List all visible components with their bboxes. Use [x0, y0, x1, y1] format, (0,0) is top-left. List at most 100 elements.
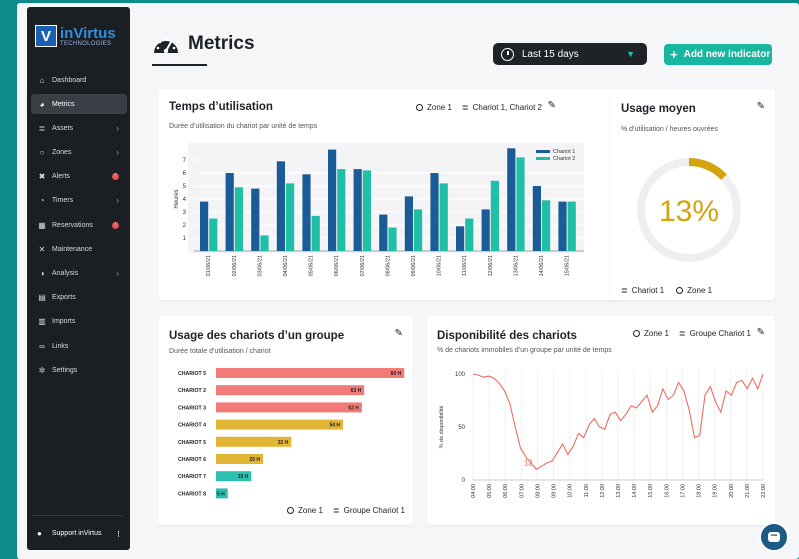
bar-chariot-1	[430, 173, 439, 251]
edit-icon[interactable]: ✎	[548, 100, 556, 111]
bar-category-label: CHARIOT 4	[178, 423, 206, 429]
bar-chariot-1	[200, 201, 209, 251]
sidebar-item-links[interactable]: ∞ Links	[31, 336, 127, 356]
database-icon: ≣	[621, 286, 628, 295]
x-tick-label: 05:00	[487, 484, 493, 498]
file-import-icon: ▥	[38, 317, 46, 327]
edit-icon[interactable]: ✎	[757, 101, 765, 112]
y-axis-label: Heures	[174, 189, 180, 208]
sidebar-item-reservations[interactable]: ▦ Reservations!	[31, 215, 127, 235]
horizontal-bar	[216, 402, 362, 413]
group-usage-subtitle: Durée totale d’utilisation / chariot	[169, 348, 271, 355]
group-usage-filters: Zone 1 ≣ Groupe Chariot 1	[287, 506, 405, 515]
database-icon: ≣	[461, 103, 469, 112]
bar-value-label: 62 H	[348, 405, 359, 411]
horizontal-bar	[216, 385, 365, 396]
clock-icon	[501, 47, 514, 61]
more-options-icon[interactable]: ⋮	[115, 530, 122, 538]
app-frame: V inVirtus TECHNOLOGIES ⌂ Dashboard ◕ Metri…	[17, 3, 799, 559]
x-tick-label: 16:00	[664, 484, 670, 498]
sidebar: V inVirtus TECHNOLOGIES ⌂ Dashboard ◕ Metri…	[27, 7, 130, 550]
logo[interactable]: V inVirtus TECHNOLOGIES	[35, 23, 123, 49]
bar-chariot-1	[481, 209, 490, 251]
sidebar-item-label: Alerts	[52, 173, 70, 181]
gauge-value-label: 13%	[659, 195, 719, 228]
bar-chariot-2	[209, 218, 218, 251]
date-range-select[interactable]: Last 15 days ▼	[493, 43, 647, 65]
legend-label: Chariot 2	[553, 156, 575, 162]
x-tick-label: 01/06/21	[206, 255, 212, 276]
bar-category-label: CHARIOT 5	[178, 440, 206, 446]
sidebar-item-label: Dashboard	[52, 76, 87, 84]
zone-filter: Zone 1	[427, 103, 452, 112]
x-tick-label: 22:00	[761, 484, 767, 498]
y-axis-label: % de disponibilité	[439, 406, 445, 449]
legend-swatch	[536, 150, 550, 153]
add-indicator-button[interactable]: + Add new indicator	[664, 44, 772, 65]
edit-icon[interactable]: ✎	[395, 328, 403, 339]
zone-icon	[416, 104, 424, 111]
sidebar-item-dashboard[interactable]: ⌂ Dashboard	[31, 70, 127, 90]
sidebar-item-analysis[interactable]: ◑ Analysis ›	[31, 264, 127, 284]
edit-icon[interactable]: ✎	[757, 327, 765, 338]
x-tick-label: 09/06/21	[411, 255, 417, 276]
chevron-right-icon: ›	[116, 196, 119, 206]
calendar-icon: ▦	[38, 220, 46, 230]
x-tick-label: 11/06/21	[462, 255, 468, 276]
chat-button[interactable]: •••	[759, 522, 789, 552]
group-usage-title: Usage des chariots d’un groupe	[169, 330, 345, 342]
bar-chariot-1	[225, 173, 234, 251]
sidebar-item-alerts[interactable]: ✖ Alerts!	[31, 167, 127, 187]
sidebar-item-label: Imports	[52, 318, 76, 326]
bar-chariot-2	[413, 209, 423, 251]
y-tick-label: 3	[183, 210, 187, 216]
wrench-icon: ✖	[38, 172, 46, 182]
x-tick-label: 20:00	[729, 484, 735, 498]
x-tick-label: 10/06/21	[437, 255, 443, 276]
x-tick-label: 13/06/21	[513, 255, 519, 276]
y-tick-label: 5	[183, 184, 187, 190]
bar-chariot-1	[558, 201, 567, 251]
sidebar-item-exports[interactable]: ▤ Exports	[31, 288, 127, 308]
plus-icon: +	[670, 47, 678, 62]
sidebar-item-zones[interactable]: ○ Zones ›	[31, 143, 127, 163]
pie-chart-icon: ◑	[39, 269, 45, 278]
availability-subtitle: % de chariots immobiles d’un groupe par …	[437, 347, 612, 354]
x-tick-label: 08:00	[535, 484, 541, 498]
sidebar-item-timers[interactable]: ◔ Timers ›	[31, 191, 127, 211]
sidebar-item-label: Exports	[52, 294, 76, 302]
database-icon: ≣	[678, 329, 686, 338]
x-tick-label: 17:00	[680, 484, 686, 498]
alert-badge: !	[112, 173, 119, 181]
sidebar-item-assets[interactable]: ≣ Assets ›	[31, 118, 127, 138]
y-tick-label: 7	[183, 158, 187, 164]
support-label: Support inVirtus	[51, 530, 102, 537]
sidebar-item-label: Links	[52, 342, 69, 350]
usage-time-chart: 1 2 3 4 5 6 7 Heures 01/06/21 02/06/21 03/06/21 04/…	[174, 143, 584, 276]
x-tick-label: 12:00	[600, 484, 606, 498]
sidebar-item-metrics[interactable]: ◕ Metrics	[31, 94, 127, 115]
x-tick-label: 19:00	[713, 484, 719, 498]
file-export-icon: ▤	[38, 293, 46, 303]
availability-filters: Zone 1 ≣ Groupe Chariot 1	[633, 329, 751, 338]
zone-filter: Zone 1	[298, 506, 323, 515]
bar-chariot-2	[516, 157, 525, 251]
average-usage-title: Usage moyen	[621, 103, 696, 115]
sidebar-item-imports[interactable]: ▥ Imports	[31, 312, 127, 332]
sidebar-item-settings[interactable]: ✲ Settings	[31, 360, 127, 380]
sidebar-item-maintenance[interactable]: ✕ Maintenance	[31, 239, 127, 259]
x-tick-label: 13:00	[616, 484, 622, 498]
support-menu[interactable]: ● Support inVirtus ⋮	[37, 529, 122, 538]
legend-label: Chariot 1	[553, 149, 575, 155]
bar-chariot-2	[234, 187, 243, 251]
sidebar-item-label: Maintenance	[52, 245, 93, 253]
sidebar-item-label: Zones	[52, 149, 72, 157]
group-usage-chart: CHARIOT 5 80 H CHARIOT 2 63 H CHARIOT 3 62 H C…	[178, 368, 405, 499]
bar-category-label: CHARIOT 6	[178, 457, 206, 463]
usage-time-card: Temps d’utilisation Durée d’utilisation …	[158, 89, 622, 300]
availability-title: Disponibilité des chariots	[437, 330, 577, 342]
bar-chariot-1	[379, 214, 388, 251]
bar-chariot-2	[337, 169, 346, 251]
bar-value-label: 54 H	[329, 423, 340, 429]
bar-category-label: CHARIOT 5	[178, 371, 206, 377]
